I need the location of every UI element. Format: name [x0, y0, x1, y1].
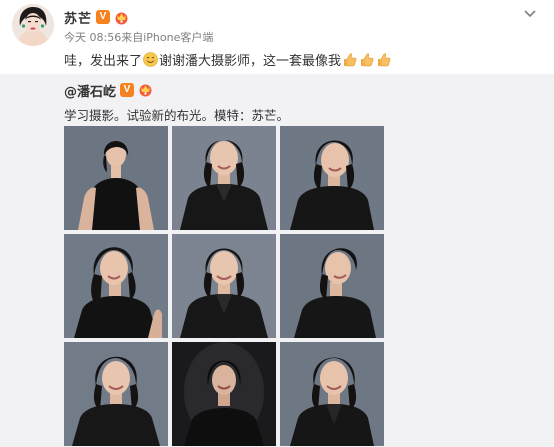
member-crown-icon[interactable]: [138, 83, 153, 97]
post-meta: 今天 08:56 来自iPhone客户端: [64, 29, 213, 45]
member-crown-icon[interactable]: [114, 10, 129, 25]
photo-thumbnail[interactable]: [172, 234, 276, 338]
thumbs-up-emoji-icon: [376, 52, 391, 67]
chevron-down-icon[interactable]: [522, 6, 538, 20]
avatar[interactable]: [12, 4, 54, 46]
repost-card: @潘石屹 V 学习摄影。试验新的布光。模特：苏芒。: [0, 74, 554, 447]
photo-thumbnail[interactable]: [64, 342, 168, 446]
author-row: 苏芒 V: [64, 8, 129, 27]
photo-thumbnail[interactable]: [172, 342, 276, 446]
post-header: 苏芒 V 今天 08:56 来自iPhone客户端 哇，发出来了 谢谢潘大摄影师…: [0, 0, 554, 74]
post-text-part2: 谢谢潘大摄影师，这一套最像我: [159, 54, 342, 69]
thumbs-up-emoji-icon: [359, 52, 374, 67]
photo-thumbnail[interactable]: [64, 234, 168, 338]
author-name[interactable]: 苏芒: [64, 8, 92, 27]
verified-v-badge-icon[interactable]: V: [96, 10, 111, 24]
repost-author-row: @潘石屹 V: [64, 81, 153, 100]
smile-emoji-icon: [143, 52, 158, 67]
photo-thumbnail[interactable]: [64, 126, 168, 230]
post-source: 来自iPhone客户端: [121, 31, 214, 44]
post-timestamp[interactable]: 今天 08:56: [64, 29, 121, 45]
post-text-part1: 哇，发出来了: [64, 54, 143, 69]
photo-thumbnail[interactable]: [280, 342, 384, 446]
repost-author-name[interactable]: @潘石屹: [64, 81, 116, 100]
photo-thumbnail[interactable]: [280, 234, 384, 338]
thumbs-up-emoji-icon: [342, 52, 357, 67]
photo-thumbnail[interactable]: [172, 126, 276, 230]
post-text: 哇，发出来了 谢谢潘大摄影师，这一套最像我: [64, 50, 392, 69]
repost-text: 学习摄影。试验新的布光。模特：苏芒。: [64, 108, 290, 123]
photo-thumbnail[interactable]: [280, 126, 384, 230]
verified-v-badge-icon[interactable]: V: [120, 83, 135, 97]
